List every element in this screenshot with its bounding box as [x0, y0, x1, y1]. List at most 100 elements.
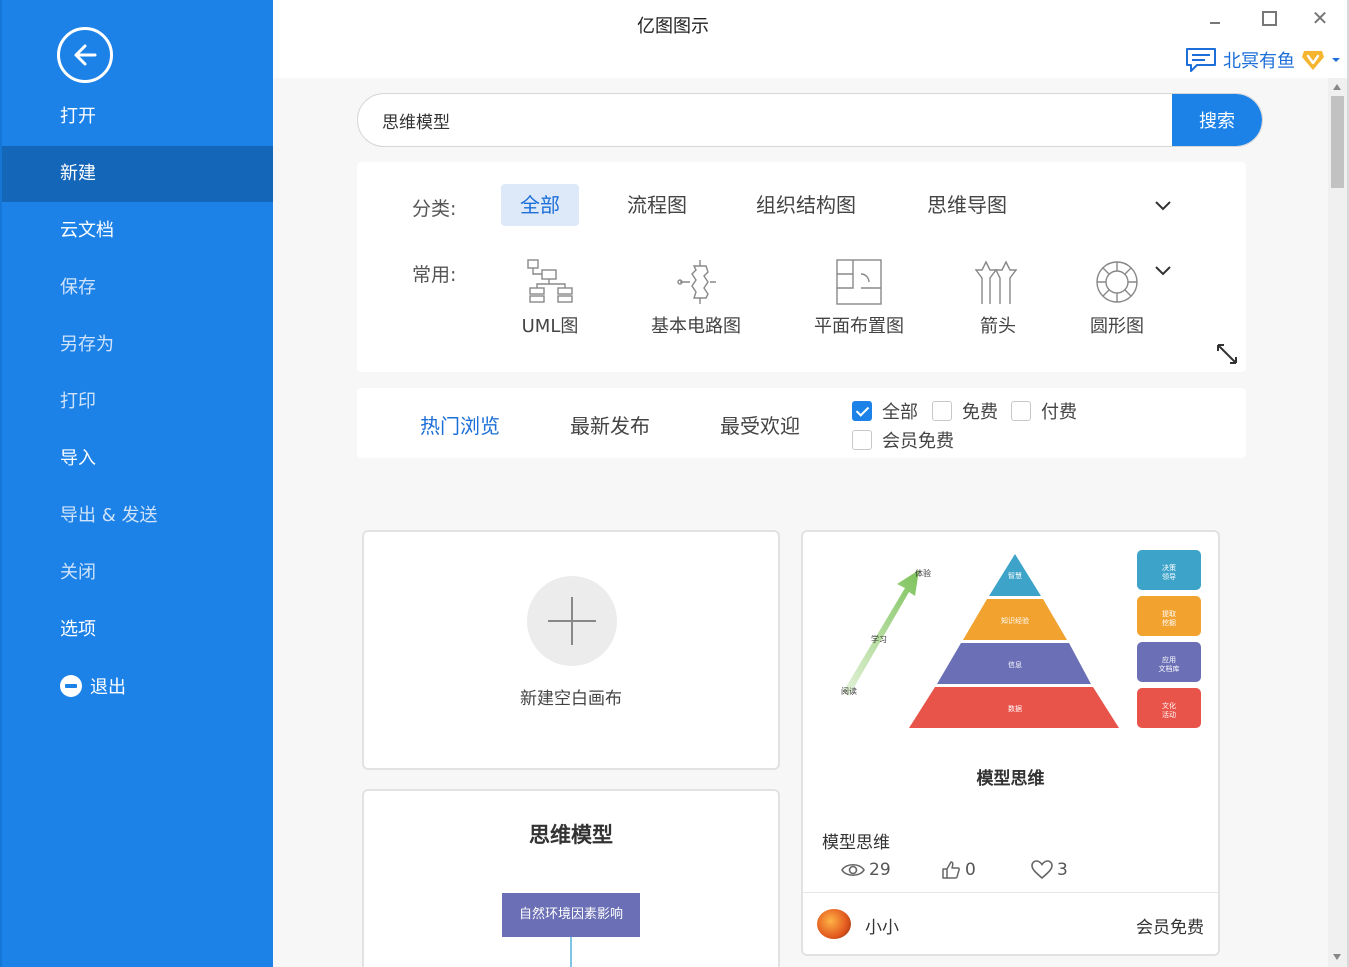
- search-button[interactable]: 搜索: [1172, 94, 1262, 146]
- price-label: 会员免费: [1136, 918, 1204, 938]
- likes-count: 0: [965, 860, 976, 880]
- caret-down-icon: [1332, 58, 1340, 62]
- uml-diagram-icon: [527, 259, 573, 303]
- scroll-up-arrow-icon[interactable]: [1333, 84, 1341, 90]
- app-title: 亿图图示: [637, 16, 709, 37]
- arrows-icon: [974, 260, 1018, 304]
- vertical-scrollbar[interactable]: [1328, 78, 1347, 967]
- sidebar-item-close[interactable]: 关闭: [2, 545, 273, 601]
- sort-tab-popular[interactable]: 热门浏览: [420, 410, 500, 439]
- author-avatar[interactable]: [817, 909, 851, 939]
- minimize-button[interactable]: [1203, 8, 1227, 28]
- template-thumb-title: 思维模型: [529, 823, 613, 847]
- circle-diagram-icon: [1096, 261, 1138, 303]
- plus-icon: [527, 576, 617, 666]
- sidebar-item-save[interactable]: 保存: [2, 260, 273, 316]
- template-card-mind-model[interactable]: 思维模型 自然环境因素影响: [362, 789, 780, 967]
- sidebar-item-exit[interactable]: 退出: [2, 660, 273, 716]
- close-button[interactable]: ✕: [1308, 8, 1332, 28]
- scroll-thumb[interactable]: [1331, 96, 1344, 188]
- sidebar-item-options[interactable]: 选项: [2, 602, 273, 658]
- category-expand-chevron-icon[interactable]: [1154, 197, 1172, 215]
- checkbox-box[interactable]: [932, 401, 952, 421]
- common-item-label: 圆形图: [1090, 316, 1144, 337]
- sidebar-item-save-as[interactable]: 另存为: [2, 317, 273, 373]
- scroll-down-arrow-icon[interactable]: [1333, 954, 1341, 960]
- thumb-arrow-label: 阅读: [841, 686, 857, 696]
- common-item-uml[interactable]: UML图: [490, 258, 610, 338]
- pyramid-label: 智慧: [1008, 571, 1022, 580]
- common-item-label: 箭头: [980, 316, 1016, 337]
- tab-all[interactable]: 全部: [501, 184, 579, 226]
- template-thumb-connector: [570, 937, 572, 967]
- common-item-floor-plan[interactable]: 平面布置图: [799, 258, 919, 338]
- checkbox-box[interactable]: [852, 430, 872, 450]
- filter-checkbox-paid[interactable]: 付费: [1011, 398, 1077, 424]
- tab-flowchart[interactable]: 流程图: [608, 184, 706, 226]
- sidebar-item-exit-label: 退出: [90, 677, 126, 698]
- heart-icon: [1031, 860, 1053, 880]
- checkbox-box[interactable]: [1011, 401, 1031, 421]
- checkbox-label: 会员免费: [882, 431, 954, 452]
- template-card[interactable]: 体验 学习 阅读 智慧 知识经验 信息 数据 决策领导 提取挖掘 应用文档库 文…: [801, 530, 1220, 956]
- resize-expand-icon[interactable]: [1215, 342, 1239, 366]
- checkbox-box[interactable]: [852, 401, 872, 421]
- filter-bar: 热门浏览 最新发布 最受欢迎 全部 免费 付费 会员免费: [357, 388, 1246, 458]
- main-panel: 亿图图示 ✕ 北冥有鱼 搜索 分类: 全部 流程图 组织结构图 思维导图: [273, 0, 1349, 967]
- user-menu[interactable]: 北冥有鱼: [1185, 45, 1341, 75]
- eye-icon: [841, 863, 865, 877]
- message-icon: [1186, 48, 1216, 72]
- exit-icon: [60, 675, 82, 697]
- common-item-label: 平面布置图: [814, 316, 904, 337]
- arrow-left-icon: [74, 44, 97, 66]
- category-label: 分类:: [412, 198, 457, 220]
- sidebar-item-print[interactable]: 打印: [2, 374, 273, 430]
- common-label: 常用:: [412, 264, 457, 286]
- sidebar-item-import[interactable]: 导入: [2, 431, 273, 487]
- sidebar-item-open[interactable]: 打开: [2, 89, 273, 145]
- maximize-button[interactable]: [1256, 8, 1280, 28]
- common-item-label: 基本电路图: [651, 316, 741, 337]
- thumbs-up-icon: [942, 861, 960, 879]
- tab-mind-map[interactable]: 思维导图: [908, 184, 1026, 226]
- pyramid-label: 信息: [1008, 660, 1022, 669]
- pyramid-label: 数据: [1008, 704, 1022, 713]
- thumb-growth-arrow: [843, 570, 919, 696]
- likes-stat[interactable]: 0: [941, 860, 976, 880]
- back-button[interactable]: [57, 27, 113, 83]
- checkbox-label: 全部: [882, 402, 918, 423]
- vip-badge-icon: [1302, 51, 1324, 70]
- author-name[interactable]: 小小: [865, 913, 899, 938]
- sort-tab-favorite[interactable]: 最受欢迎: [720, 410, 800, 439]
- filter-checkbox-member-free[interactable]: 会员免费: [852, 427, 954, 453]
- title-bar: 亿图图示 ✕ 北冥有鱼: [273, 0, 1347, 78]
- template-footer: 小小 会员免费: [803, 892, 1218, 954]
- sidebar-item-export[interactable]: 导出 & 发送: [2, 488, 273, 544]
- common-expand-chevron-icon[interactable]: [1154, 262, 1172, 280]
- common-item-circuit[interactable]: 基本电路图: [636, 258, 756, 338]
- common-item-label: UML图: [521, 316, 579, 337]
- checkbox-label: 免费: [962, 402, 998, 423]
- category-panel: 分类: 全部 流程图 组织结构图 思维导图 常用: UML图 基本电路图 平面布…: [357, 162, 1246, 372]
- template-thumb-caption: 模型思维: [976, 769, 1045, 789]
- circuit-diagram-icon: [677, 260, 716, 304]
- favorites-count: 3: [1057, 860, 1068, 880]
- floor-plan-icon: [836, 259, 882, 305]
- sidebar-item-cloud[interactable]: 云文档: [2, 203, 273, 259]
- views-count: 29: [869, 860, 891, 880]
- search-input[interactable]: [358, 94, 1174, 146]
- favorites-stat[interactable]: 3: [1031, 860, 1068, 880]
- template-thumb-node: 自然环境因素影响: [502, 893, 640, 937]
- template-name: 模型思维: [822, 833, 890, 853]
- search-bar: 搜索: [357, 93, 1263, 147]
- new-blank-canvas-card[interactable]: 新建空白画布: [362, 530, 780, 770]
- sidebar-item-new[interactable]: 新建: [2, 146, 273, 202]
- filter-checkbox-free[interactable]: 免费: [932, 398, 998, 424]
- filter-checkbox-all[interactable]: 全部: [852, 398, 918, 424]
- common-item-arrows[interactable]: 箭头: [938, 258, 1058, 338]
- tab-org-chart[interactable]: 组织结构图: [737, 184, 875, 226]
- views-stat: 29: [841, 860, 891, 880]
- pyramid-label: 知识经验: [1001, 616, 1029, 625]
- new-canvas-label: 新建空白画布: [520, 689, 622, 709]
- sort-tab-newest[interactable]: 最新发布: [570, 410, 650, 439]
